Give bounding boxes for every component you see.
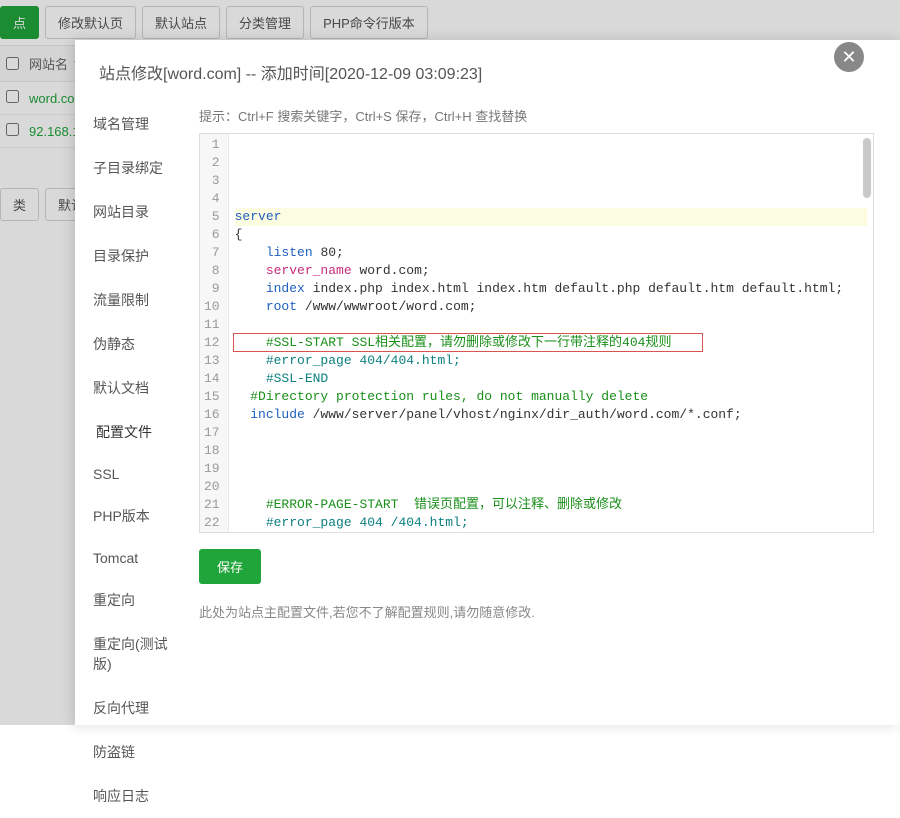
modal-sidebar: 域名管理子目录绑定网站目录目录保护流量限制伪静态默认文档配置文件SSLPHP版本… [75, 102, 191, 725]
line-number: 1 [204, 136, 220, 154]
code-line[interactable]: include /www/server/panel/vhost/nginx/di… [235, 406, 867, 424]
line-number: 22 [204, 514, 220, 532]
code-line[interactable]: index index.php index.html index.htm def… [235, 280, 867, 298]
sidebar-item-14[interactable]: 防盗链 [83, 730, 191, 774]
sidebar-item-0[interactable]: 域名管理 [83, 102, 191, 146]
sidebar-item-8[interactable]: SSL [83, 454, 191, 494]
sidebar-item-15[interactable]: 响应日志 [83, 774, 191, 818]
code-line[interactable]: root /www/wwwroot/word.com; [235, 298, 867, 316]
code-line[interactable]: #error_page 404 /404.html; [235, 514, 867, 532]
line-number: 7 [204, 244, 220, 262]
sidebar-item-5[interactable]: 伪静态 [83, 322, 191, 366]
modal-content: 提示：Ctrl+F 搜索关键字，Ctrl+S 保存，Ctrl+H 查找替换 12… [191, 102, 900, 725]
sidebar-item-11[interactable]: 重定向 [83, 578, 191, 622]
editor-hint: 提示：Ctrl+F 搜索关键字，Ctrl+S 保存，Ctrl+H 查找替换 [199, 106, 874, 125]
code-line[interactable] [235, 316, 867, 334]
line-number: 5 [204, 208, 220, 226]
sidebar-item-13[interactable]: 反向代理 [83, 686, 191, 730]
code-line[interactable]: #SSL-START SSL相关配置，请勿删除或修改下一行带注释的404规则 [235, 334, 867, 352]
sidebar-item-12[interactable]: 重定向(测试版) [83, 622, 191, 686]
line-number: 12 [204, 334, 220, 352]
code-line[interactable] [235, 478, 867, 496]
code-line[interactable] [235, 442, 867, 460]
site-edit-modal: 站点修改[word.com] -- 添加时间[2020-12-09 03:09:… [75, 40, 900, 725]
sidebar-item-3[interactable]: 目录保护 [83, 234, 191, 278]
line-number: 10 [204, 298, 220, 316]
sidebar-item-9[interactable]: PHP版本 [83, 494, 191, 538]
line-number: 6 [204, 226, 220, 244]
line-number: 4 [204, 190, 220, 208]
sidebar-item-4[interactable]: 流量限制 [83, 278, 191, 322]
line-number: 15 [204, 388, 220, 406]
modal-title: 站点修改[word.com] -- 添加时间[2020-12-09 03:09:… [75, 40, 900, 102]
line-number: 18 [204, 442, 220, 460]
close-icon[interactable]: ✕ [834, 42, 864, 72]
close-glyph: ✕ [841, 47, 856, 68]
code-line[interactable]: #SSL-END [235, 370, 867, 388]
editor-gutter: 12345678910111213141516171819202122 [200, 134, 229, 532]
line-number: 13 [204, 352, 220, 370]
line-number: 14 [204, 370, 220, 388]
code-line[interactable]: #ERROR-PAGE-START 错误页配置，可以注释、删除或修改 [235, 496, 867, 514]
line-number: 8 [204, 262, 220, 280]
editor-code[interactable]: server{ listen 80; server_name word.com;… [229, 134, 873, 532]
line-number: 21 [204, 496, 220, 514]
code-line[interactable]: #Directory protection rules, do not manu… [235, 388, 867, 406]
line-number: 3 [204, 172, 220, 190]
sidebar-item-1[interactable]: 子目录绑定 [83, 146, 191, 190]
scrollbar-thumb[interactable] [863, 138, 871, 198]
code-line[interactable] [235, 460, 867, 478]
line-number: 9 [204, 280, 220, 298]
line-number: 20 [204, 478, 220, 496]
sidebar-item-2[interactable]: 网站目录 [83, 190, 191, 234]
save-button[interactable]: 保存 [199, 549, 261, 584]
sidebar-item-7[interactable]: 配置文件 [83, 410, 191, 454]
code-line[interactable]: server_name word.com; [235, 262, 867, 280]
code-line[interactable]: listen 80; [235, 244, 867, 262]
line-number: 11 [204, 316, 220, 334]
code-line[interactable]: #error_page 404/404.html; [235, 352, 867, 370]
line-number: 16 [204, 406, 220, 424]
code-line[interactable]: { [235, 226, 867, 244]
config-editor[interactable]: 12345678910111213141516171819202122 serv… [199, 133, 874, 533]
footer-note: 此处为站点主配置文件,若您不了解配置规则,请勿随意修改. [199, 602, 874, 621]
line-number: 19 [204, 460, 220, 478]
sidebar-item-6[interactable]: 默认文档 [83, 366, 191, 410]
code-line[interactable]: server [235, 208, 867, 226]
sidebar-item-10[interactable]: Tomcat [83, 538, 191, 578]
line-number: 2 [204, 154, 220, 172]
code-line[interactable] [235, 424, 867, 442]
line-number: 17 [204, 424, 220, 442]
